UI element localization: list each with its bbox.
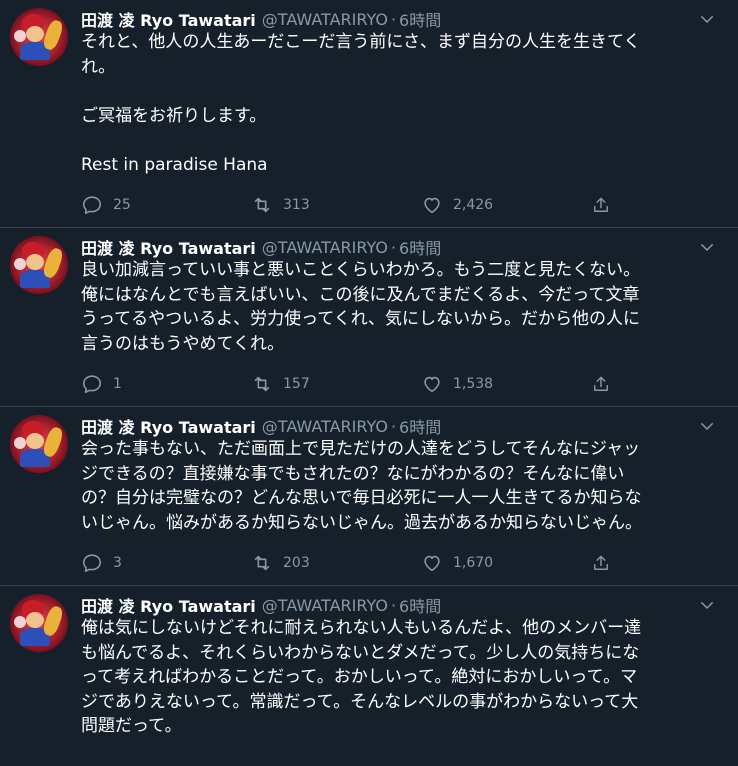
- retweet-icon: [254, 376, 270, 392]
- tweet-header: 田渡 凌 Ryo Tawatari @TAWATARIRYO · 6時間: [81, 414, 722, 438]
- reply-icon: [82, 196, 102, 215]
- profile-avatar[interactable]: [10, 236, 68, 294]
- tweet-text-line: 会った事もない、ただ画面上で見ただけの人達をどうしてそんなにジャッ: [81, 439, 641, 459]
- reply-button[interactable]: 3: [81, 552, 251, 574]
- timestamp[interactable]: 6時間: [399, 414, 441, 438]
- tweet-header: 田渡 凌 Ryo Tawatari @TAWATARIRYO · 6時間: [81, 593, 722, 617]
- tweet-text-line: 良い加減言っていい事と悪いことくらいわかろ。もう二度と見たくない。: [81, 260, 641, 280]
- tweet-actions: 25 313 2,426: [81, 183, 722, 227]
- retweet-count: 203: [283, 555, 310, 571]
- user-handle[interactable]: @TAWATARIRYO: [262, 238, 388, 257]
- like-button[interactable]: 2,426: [421, 194, 591, 216]
- heart-icon: [424, 197, 440, 214]
- tweet-header: 田渡 凌 Ryo Tawatari @TAWATARIRYO · 6時間: [81, 235, 722, 259]
- tweet-text-line: れ。: [81, 56, 116, 77]
- reply-icon: [82, 554, 102, 573]
- display-name[interactable]: 田渡 凌 Ryo Tawatari: [81, 414, 256, 438]
- timestamp[interactable]: 6時間: [399, 235, 441, 259]
- share-icon: [594, 197, 608, 212]
- chevron-down-icon[interactable]: [698, 10, 716, 28]
- tweet-text-line: うってるやついるよ、労力使ってくれ、気にしないから。だから他の人に: [81, 309, 640, 329]
- tweet[interactable]: 田渡 凌 Ryo Tawatari @TAWATARIRYO · 6時間 会った…: [0, 407, 738, 586]
- separator-dot: ·: [390, 237, 397, 257]
- user-handle[interactable]: @TAWATARIRYO: [262, 417, 388, 436]
- tweet-text-line: 言うのはもうやめてくれ。: [81, 333, 285, 354]
- separator-dot: ·: [390, 416, 397, 436]
- tweet-text-line: Rest in paradise Hana: [81, 154, 268, 175]
- reply-button[interactable]: 1: [81, 373, 251, 395]
- user-handle[interactable]: @TAWATARIRYO: [262, 596, 388, 615]
- tweet[interactable]: 田渡 凌 Ryo Tawatari @TAWATARIRYO · 6時間 それと…: [0, 0, 738, 228]
- like-button[interactable]: 1,670: [421, 552, 591, 574]
- retweet-button[interactable]: 203: [251, 552, 421, 574]
- tweet-actions: 1 157 1,538: [81, 362, 722, 406]
- display-name[interactable]: 田渡 凌 Ryo Tawatari: [81, 235, 256, 259]
- share-icon: [594, 376, 608, 391]
- share-button[interactable]: [591, 552, 621, 574]
- reply-count: 25: [113, 197, 131, 213]
- heart-icon: [424, 555, 440, 572]
- tweet[interactable]: 田渡 凌 Ryo Tawatari @TAWATARIRYO · 6時間 俺は気…: [0, 586, 738, 739]
- timestamp[interactable]: 6時間: [399, 593, 441, 617]
- profile-avatar[interactable]: [10, 415, 68, 473]
- separator-dot: ·: [390, 595, 397, 615]
- tweet-text-line: それと、他人の人生あーだこーだ言う前にさ、まず自分の人生を生きてく: [81, 32, 641, 52]
- profile-avatar[interactable]: [10, 594, 68, 652]
- display-name[interactable]: 田渡 凌 Ryo Tawatari: [81, 593, 256, 617]
- tweet-text-line: って考えればわかることだって。おかしいって。絶対におかしいって。マ: [81, 667, 638, 687]
- share-button[interactable]: [591, 373, 621, 395]
- tweet-text-line: も悩んでるよ、それくらいわからないとダメだって。少し人の気持ちにな: [81, 642, 640, 663]
- retweet-icon: [254, 197, 270, 213]
- like-count: 2,426: [453, 197, 494, 213]
- tweet-timeline: 田渡 凌 Ryo Tawatari @TAWATARIRYO · 6時間 それと…: [0, 0, 738, 766]
- chevron-down-icon[interactable]: [698, 596, 716, 614]
- like-button[interactable]: 1,538: [421, 373, 591, 395]
- retweet-count: 313: [283, 197, 310, 213]
- tweet-header: 田渡 凌 Ryo Tawatari @TAWATARIRYO · 6時間: [81, 7, 722, 31]
- share-button[interactable]: [591, 194, 621, 216]
- separator-dot: ·: [390, 9, 397, 29]
- retweet-icon: [254, 555, 270, 571]
- tweet-text-line: 俺は気にしないけどそれに耐えられない人もいるんだよ、他のメンバー達: [81, 618, 642, 638]
- tweet-text-line: ご冥福をお祈りします。: [81, 105, 267, 126]
- tweet-text: 俺は気にしないけどそれに耐えられない人もいるんだよ、他のメンバー達 も悩んでるよ、…: [81, 616, 711, 739]
- tweet-text: それと、他人の人生あーだこーだ言う前にさ、まず自分の人生を生きてく れ。ご冥福をお…: [81, 30, 711, 177]
- reply-count: 1: [113, 376, 122, 392]
- tweet-text-line: の？自分は完璧なの？どんな思いで毎日必死に一人一人生きてるか知らな: [81, 488, 642, 508]
- heart-icon: [424, 376, 440, 393]
- tweet-text-line: ジでありえないって。常識だって。そんなレベルの事がわからないって大: [81, 691, 639, 712]
- reply-count: 3: [113, 555, 122, 571]
- like-count: 1,538: [453, 376, 494, 392]
- retweet-count: 157: [283, 376, 310, 392]
- tweet[interactable]: 田渡 凌 Ryo Tawatari @TAWATARIRYO · 6時間 良い加…: [0, 228, 738, 407]
- retweet-button[interactable]: 313: [251, 194, 421, 216]
- tweet-text: 会った事もない、ただ画面上で見ただけの人達をどうしてそんなにジャッ ジできるの？直…: [81, 437, 711, 535]
- timestamp[interactable]: 6時間: [399, 7, 441, 31]
- reply-icon: [82, 375, 102, 394]
- tweet-text-line: ジできるの？直接嫌な事でもされたの？なにがわかるの？そんなに偉い: [81, 463, 625, 484]
- profile-avatar[interactable]: [10, 8, 68, 66]
- tweet-text-line: 問題だって。: [81, 716, 182, 736]
- retweet-button[interactable]: 157: [251, 373, 421, 395]
- display-name[interactable]: 田渡 凌 Ryo Tawatari: [81, 7, 256, 31]
- tweet-text-line: 俺にはなんとでも言えばいい、この後に及んでまだくるよ、今だって文章: [81, 284, 640, 305]
- tweet-text: 良い加減言っていい事と悪いことくらいわかろ。もう二度と見たくない。 俺にはなんとで…: [81, 258, 711, 356]
- user-handle[interactable]: @TAWATARIRYO: [262, 10, 388, 29]
- like-count: 1,670: [453, 555, 494, 571]
- tweet-actions: 3 203 1,670: [81, 541, 722, 585]
- tweet-text-line: いじゃん。悩みがあるか知らないじゃん。過去があるか知らないじゃん。: [81, 512, 642, 533]
- reply-button[interactable]: 25: [81, 194, 251, 216]
- chevron-down-icon[interactable]: [698, 417, 716, 435]
- share-icon: [594, 555, 608, 570]
- chevron-down-icon[interactable]: [698, 238, 716, 256]
